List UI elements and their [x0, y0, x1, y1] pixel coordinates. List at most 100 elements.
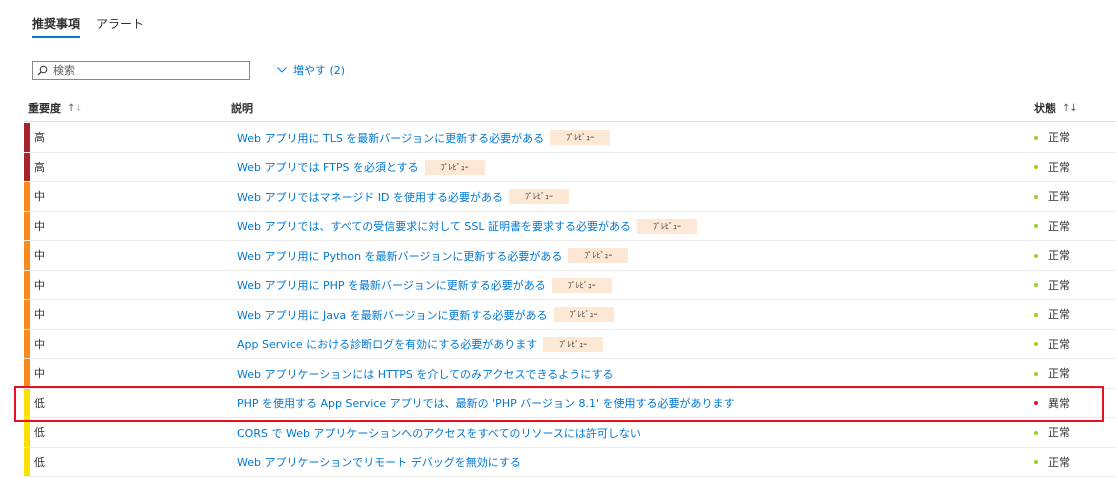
- recommendation-link[interactable]: Web アプリ用に Python を最新バージョンに更新する必要がある: [237, 248, 562, 264]
- description-cell: Web アプリでは FTPS を必須とする ﾌﾟﾚﾋﾞｭｰ: [237, 159, 485, 175]
- severity-indicator: [24, 182, 30, 211]
- severity-label: 中: [34, 367, 45, 380]
- severity-label: 中: [34, 308, 45, 321]
- status-cell: 正常: [1034, 359, 1070, 388]
- tab-alerts[interactable]: アラート: [96, 14, 144, 38]
- expand-filters-button[interactable]: 増やす (2): [277, 62, 345, 78]
- severity-label: 低: [34, 455, 45, 469]
- severity-indicator: [24, 359, 30, 388]
- column-header-status-label: 状態: [1034, 102, 1056, 115]
- status-label: 正常: [1048, 190, 1070, 203]
- column-header-description: 説明: [231, 100, 253, 116]
- table-row[interactable]: 中 Web アプリ用に PHP を最新バージョンに更新する必要がある ﾌﾟﾚﾋﾞｭｰ…: [24, 270, 1116, 300]
- severity-indicator: [24, 329, 30, 358]
- column-header-severity[interactable]: 重要度 ↑↓: [28, 100, 83, 116]
- status-cell: 正常: [1034, 241, 1070, 270]
- chevron-down-icon: [277, 67, 287, 73]
- description-cell: Web アプリ用に TLS を最新バージョンに更新する必要がある ﾌﾟﾚﾋﾞｭｰ: [237, 130, 611, 146]
- table-row[interactable]: 中 App Service における診断ログを有効にする必要があります ﾌﾟﾚﾋﾞｭ…: [24, 329, 1116, 359]
- expand-filters-label: 増やす (2): [293, 64, 346, 77]
- tab-recommendations[interactable]: 推奨事項: [32, 14, 81, 38]
- recommendation-link[interactable]: App Service における診断ログを有効にする必要があります: [237, 336, 537, 352]
- status-cell: 正常: [1034, 300, 1070, 329]
- description-cell: Web アプリ用に Python を最新バージョンに更新する必要がある ﾌﾟﾚﾋﾞ…: [237, 248, 629, 264]
- search-icon: [37, 65, 48, 76]
- severity-indicator: [24, 241, 30, 270]
- tab-bar: 推奨事項 アラート: [32, 14, 160, 38]
- table-row[interactable]: 低 PHP を使用する App Service アプリでは、最新の 'PHP バー…: [24, 388, 1116, 418]
- status-cell: 正常: [1034, 448, 1070, 477]
- status-label: 正常: [1048, 131, 1070, 144]
- status-dot-icon: [1034, 224, 1038, 228]
- description-cell: Web アプリケーションでリモート デバッグを無効にする: [237, 455, 521, 470]
- status-dot-icon: [1034, 371, 1038, 376]
- description-cell: Web アプリケーションには HTTPS を介してのみアクセスできるようにする: [237, 366, 613, 381]
- table-row[interactable]: 中 Web アプリ用に Java を最新バージョンに更新する必要がある ﾌﾟﾚﾋﾞｭ…: [24, 300, 1116, 330]
- description-cell: PHP を使用する App Service アプリでは、最新の 'PHP バージ…: [237, 396, 735, 411]
- severity-label: 中: [34, 219, 45, 233]
- table-row[interactable]: 中 Web アプリでは、すべての受信要求に対して SSL 証明書を要求する必要があ…: [24, 211, 1116, 241]
- recommendation-link[interactable]: Web アプリでは、すべての受信要求に対して SSL 証明書を要求する必要がある: [237, 218, 631, 234]
- recommendation-link[interactable]: Web アプリではマネージド ID を使用する必要がある: [237, 189, 503, 205]
- table-row[interactable]: 低 Web アプリケーションでリモート デバッグを無効にする 正常: [24, 447, 1116, 477]
- recommendation-link[interactable]: Web アプリケーションには HTTPS を介してのみアクセスできるようにする: [237, 366, 613, 382]
- preview-badge: ﾌﾟﾚﾋﾞｭｰ: [424, 159, 485, 175]
- preview-badge: ﾌﾟﾚﾋﾞｭｰ: [568, 248, 629, 263]
- preview-badge: ﾌﾟﾚﾋﾞｭｰ: [553, 307, 614, 322]
- status-cell: 正常: [1034, 153, 1070, 182]
- table-row[interactable]: 中 Web アプリではマネージド ID を使用する必要がある ﾌﾟﾚﾋﾞｭｰ 正常: [24, 182, 1116, 212]
- status-label: 正常: [1048, 249, 1070, 262]
- description-cell: Web アプリではマネージド ID を使用する必要がある ﾌﾟﾚﾋﾞｭｰ: [237, 189, 569, 204]
- table-header: 重要度 ↑↓ 説明 状態 ↑↓: [24, 96, 1116, 122]
- status-dot-icon: [1034, 342, 1038, 346]
- severity-label: 中: [34, 278, 45, 292]
- status-dot-icon: [1034, 460, 1038, 464]
- severity-indicator: [24, 447, 30, 476]
- table-row[interactable]: 中 Web アプリケーションには HTTPS を介してのみアクセスできるようにする…: [24, 359, 1116, 389]
- severity-indicator: [24, 211, 30, 240]
- recommendation-link[interactable]: Web アプリ用に TLS を最新バージョンに更新する必要がある: [237, 130, 544, 146]
- status-cell: 正常: [1034, 212, 1070, 241]
- status-dot-icon: [1034, 253, 1038, 258]
- status-cell: 正常: [1034, 123, 1070, 152]
- search-input[interactable]: [48, 62, 233, 79]
- recommendations-table: 高 Web アプリ用に TLS を最新バージョンに更新する必要がある ﾌﾟﾚﾋﾞｭｰ…: [24, 123, 1116, 477]
- recommendation-link[interactable]: Web アプリ用に PHP を最新バージョンに更新する必要がある: [237, 277, 546, 293]
- severity-label: 中: [34, 190, 45, 203]
- status-label: 正常: [1048, 337, 1070, 351]
- description-cell: Web アプリ用に Java を最新バージョンに更新する必要がある ﾌﾟﾚﾋﾞｭｰ: [237, 307, 614, 322]
- status-dot-icon: [1034, 135, 1038, 140]
- table-row[interactable]: 低 CORS で Web アプリケーションへのアクセスをすべてのリソースには許可し…: [24, 418, 1116, 448]
- severity-indicator: [24, 388, 30, 417]
- status-cell: 正常: [1034, 330, 1070, 359]
- search-box[interactable]: [32, 61, 250, 80]
- recommendation-link[interactable]: Web アプリでは FTPS を必須とする: [237, 159, 419, 175]
- status-cell: 正常: [1034, 182, 1070, 211]
- severity-label: 低: [34, 426, 45, 439]
- preview-badge: ﾌﾟﾚﾋﾞｭｰ: [637, 218, 698, 234]
- status-cell: 異常: [1034, 389, 1070, 418]
- status-label: 正常: [1048, 160, 1070, 174]
- status-cell: 正常: [1034, 271, 1070, 300]
- recommendation-link[interactable]: CORS で Web アプリケーションへのアクセスをすべてのリソースには許可しな…: [237, 425, 641, 441]
- sort-icon[interactable]: ↑↓: [67, 103, 83, 114]
- severity-indicator: [24, 270, 30, 299]
- description-cell: App Service における診断ログを有効にする必要があります ﾌﾟﾚﾋﾞｭｰ: [237, 336, 604, 352]
- description-cell: Web アプリでは、すべての受信要求に対して SSL 証明書を要求する必要がある…: [237, 218, 698, 234]
- recommendation-link[interactable]: PHP を使用する App Service アプリでは、最新の 'PHP バージ…: [237, 395, 735, 411]
- column-header-severity-label: 重要度: [28, 102, 61, 115]
- severity-indicator: [24, 300, 30, 329]
- status-label: 正常: [1048, 278, 1070, 292]
- severity-indicator: [24, 418, 30, 447]
- table-row[interactable]: 高 Web アプリでは FTPS を必須とする ﾌﾟﾚﾋﾞｭｰ 正常: [24, 152, 1116, 182]
- status-label: 正常: [1048, 455, 1070, 469]
- sort-icon[interactable]: ↑↓: [1062, 103, 1078, 114]
- severity-indicator: [24, 152, 30, 181]
- table-row[interactable]: 高 Web アプリ用に TLS を最新バージョンに更新する必要がある ﾌﾟﾚﾋﾞｭｰ…: [24, 123, 1116, 153]
- preview-badge: ﾌﾟﾚﾋﾞｭｰ: [551, 277, 612, 293]
- status-cell: 正常: [1034, 418, 1070, 447]
- column-header-status[interactable]: 状態 ↑↓: [1034, 100, 1078, 116]
- recommendation-link[interactable]: Web アプリ用に Java を最新バージョンに更新する必要がある: [237, 307, 548, 323]
- recommendation-link[interactable]: Web アプリケーションでリモート デバッグを無効にする: [237, 454, 521, 470]
- table-row[interactable]: 中 Web アプリ用に Python を最新バージョンに更新する必要がある ﾌﾟﾚﾋ…: [24, 241, 1116, 271]
